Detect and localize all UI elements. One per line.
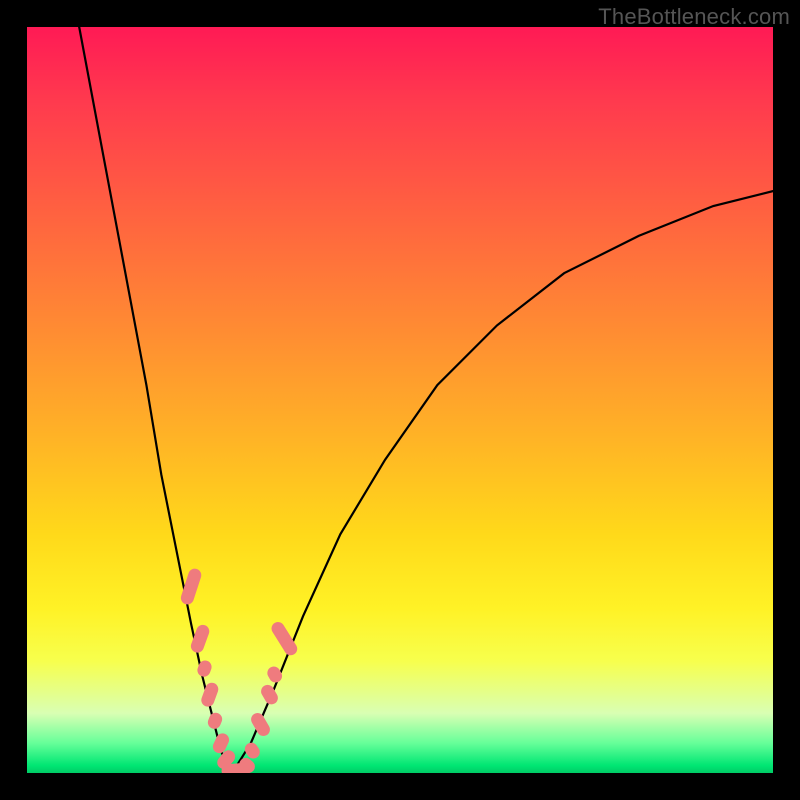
plot-area — [27, 27, 773, 773]
chart-svg — [27, 27, 773, 773]
marker-pill — [259, 683, 281, 707]
marker-pill — [249, 711, 273, 739]
marker-pill — [242, 740, 262, 761]
curve-left-curve — [79, 27, 232, 773]
marker-pill — [199, 681, 220, 709]
curve-right-curve — [232, 191, 773, 773]
marker-pill — [206, 711, 224, 731]
chart-frame: TheBottleneck.com — [0, 0, 800, 800]
watermark-text: TheBottleneck.com — [598, 4, 790, 30]
curve-group — [79, 27, 773, 773]
